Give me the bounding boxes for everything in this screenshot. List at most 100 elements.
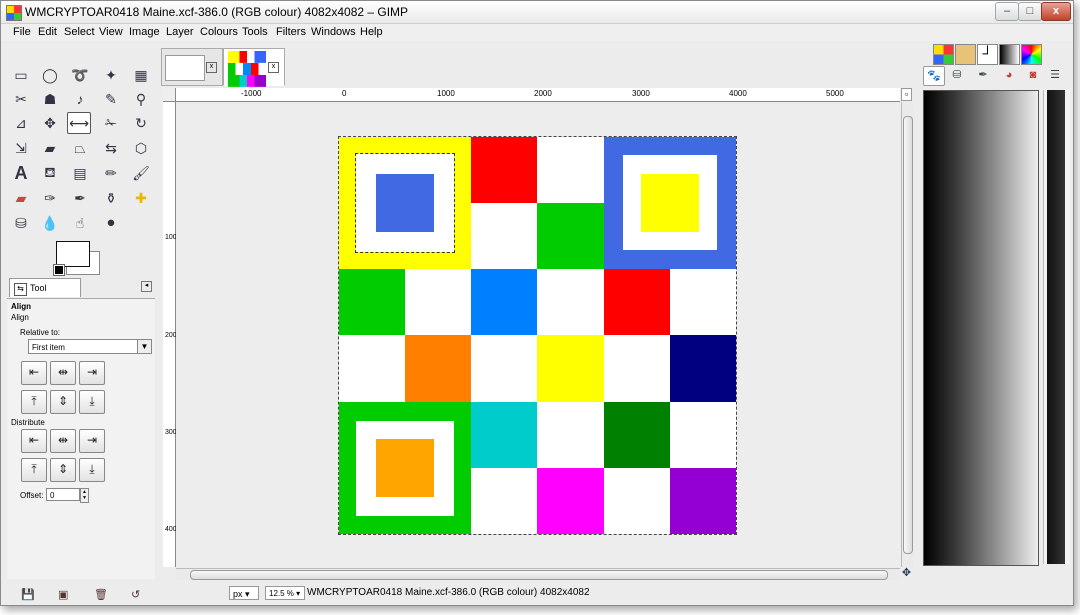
minimize-button[interactable]: – xyxy=(995,2,1019,21)
brushes-tab-icon[interactable] xyxy=(955,44,976,65)
paintbrush-icon[interactable]: 🖌 xyxy=(130,163,152,183)
menu-file[interactable]: File xyxy=(13,26,31,38)
menu-help[interactable]: Help xyxy=(360,26,383,38)
perspective-clone-icon[interactable]: ⛁ xyxy=(10,213,32,233)
clone-icon[interactable]: ⚱ xyxy=(100,188,122,208)
rect-select-icon[interactable]: ▭ xyxy=(10,65,32,85)
channels-icon[interactable]: ⛁ xyxy=(947,66,967,84)
crop-icon[interactable]: ✁ xyxy=(100,113,122,133)
image-canvas[interactable] xyxy=(338,136,737,535)
bucket-fill-icon[interactable]: ⛾ xyxy=(39,163,61,183)
undo-history-icon[interactable]: ☰ xyxy=(1045,66,1065,84)
smudge-icon[interactable]: ☝ xyxy=(69,213,91,233)
delete-options-icon[interactable]: 🗑 xyxy=(94,588,108,601)
default-colors-icon[interactable] xyxy=(53,264,65,276)
ellipse-select-icon[interactable]: ◯ xyxy=(39,65,61,85)
horizontal-ruler[interactable]: -1000 0 1000 2000 3000 4000 5000 xyxy=(176,88,900,102)
ink-icon[interactable]: ✒ xyxy=(69,188,91,208)
restore-options-icon[interactable]: ▣ xyxy=(58,588,68,601)
reset-options-icon[interactable]: ↺ xyxy=(131,588,140,601)
align-right-button[interactable]: ⇥ xyxy=(79,361,105,385)
cage-icon[interactable]: ⬡ xyxy=(130,138,152,158)
layers-icon[interactable]: 🐾 xyxy=(923,66,945,86)
zoom-icon[interactable]: ⚲ xyxy=(130,89,152,109)
menu-windows[interactable]: Windows xyxy=(311,26,356,38)
menu-image[interactable]: Image xyxy=(129,26,160,38)
offset-spinner[interactable]: ▲ ▼ xyxy=(80,488,89,503)
paths-dock-icon[interactable]: ✒ xyxy=(973,66,993,84)
distribute-bottom-button[interactable]: ⤓ xyxy=(79,458,105,482)
distribute-right-button[interactable]: ⇥ xyxy=(79,429,105,453)
tab-menu-icon[interactable]: ◂ xyxy=(141,281,152,292)
patterns-tab-icon[interactable] xyxy=(933,44,954,65)
histogram-icon[interactable]: ◙ xyxy=(1023,66,1043,84)
text-tool-icon[interactable]: A xyxy=(10,163,32,183)
align-middle-button[interactable]: ⇕ xyxy=(50,390,76,414)
airbrush-icon[interactable]: ✑ xyxy=(39,188,61,208)
pencil-icon[interactable]: ✏ xyxy=(100,163,122,183)
navigate-icon[interactable]: ✥ xyxy=(901,568,912,579)
flip-icon[interactable]: ⇆ xyxy=(100,138,122,158)
scissors-icon[interactable]: ✂ xyxy=(10,89,32,109)
close-button[interactable]: x xyxy=(1041,2,1071,21)
menu-tools[interactable]: Tools xyxy=(242,26,268,38)
menu-colours[interactable]: Colours xyxy=(200,26,238,38)
horizontal-scrollbar[interactable] xyxy=(176,568,900,580)
perspective-icon[interactable]: ⏢ xyxy=(69,138,91,158)
maximize-button[interactable]: □ xyxy=(1018,2,1042,21)
menu-select[interactable]: Select xyxy=(64,26,95,38)
align-bottom-button[interactable]: ⤓ xyxy=(79,390,105,414)
align-center-button[interactable]: ⇹ xyxy=(50,361,76,385)
distribute-top-button[interactable]: ⤒ xyxy=(21,458,47,482)
foreground-color-swatch[interactable] xyxy=(56,241,90,267)
menu-layer[interactable]: Layer xyxy=(166,26,194,38)
align-tool-icon[interactable]: ⟷ xyxy=(67,112,91,134)
gradient-preview[interactable] xyxy=(923,90,1039,566)
align-left-button[interactable]: ⇤ xyxy=(21,361,47,385)
offset-input[interactable]: 0 xyxy=(46,488,80,501)
ruler-corner[interactable] xyxy=(163,88,176,102)
unit-select[interactable]: px ▾ xyxy=(229,586,259,600)
dodge-burn-icon[interactable]: ⚫ xyxy=(100,213,122,233)
relative-to-select[interactable]: First item ▼ xyxy=(28,339,152,354)
scale-icon[interactable]: ⇲ xyxy=(10,138,32,158)
fg-bg-colors[interactable] xyxy=(53,241,104,276)
image-tab-2[interactable]: x xyxy=(223,48,285,87)
colormap-icon[interactable]: ◕ xyxy=(999,66,1019,84)
distribute-center-button[interactable]: ⇹ xyxy=(50,429,76,453)
measure-icon[interactable]: ⊿ xyxy=(10,113,32,133)
color-picker-icon[interactable]: ✎ xyxy=(100,89,122,109)
close-tab-icon[interactable]: x xyxy=(206,62,217,73)
paths-icon[interactable]: ♪ xyxy=(69,89,91,109)
scroll-thumb[interactable] xyxy=(190,570,888,580)
menu-filters[interactable]: Filters xyxy=(276,26,306,38)
blur-icon[interactable]: 💧 xyxy=(39,213,61,233)
rotate-icon[interactable]: ↻ xyxy=(130,113,152,133)
palettes-tab-icon[interactable] xyxy=(1021,44,1042,65)
image-tab-1[interactable]: x xyxy=(161,48,223,86)
move-icon[interactable]: ✥ xyxy=(39,113,61,133)
menu-view[interactable]: View xyxy=(99,26,123,38)
gradients-tab-icon[interactable] xyxy=(999,44,1020,65)
align-top-button[interactable]: ⤒ xyxy=(21,390,47,414)
color-select-icon[interactable]: ▦ xyxy=(130,65,152,85)
menu-edit[interactable]: Edit xyxy=(38,26,57,38)
lasso-icon[interactable]: ➰ xyxy=(69,65,91,85)
vertical-ruler[interactable]: 1000 2000 3000 4000 xyxy=(163,102,181,567)
zoom-image-toggle-icon[interactable]: ▫ xyxy=(901,88,912,101)
vertical-scrollbar[interactable] xyxy=(901,102,913,567)
blend-icon[interactable]: ▤ xyxy=(69,163,91,183)
eraser-icon[interactable]: ▰ xyxy=(10,188,32,208)
heal-icon[interactable]: ✚ xyxy=(130,188,152,208)
foreground-select-icon[interactable]: ☗ xyxy=(39,89,61,109)
fuzzy-select-icon[interactable]: ✦ xyxy=(100,65,122,85)
scroll-thumb[interactable] xyxy=(903,116,913,554)
distribute-left-button[interactable]: ⇤ xyxy=(21,429,47,453)
tool-options-tab[interactable]: ⇆ Tool Options xyxy=(9,278,81,312)
fonts-tab-icon[interactable]: ┘ xyxy=(977,44,998,65)
distribute-middle-button[interactable]: ⇕ xyxy=(50,458,76,482)
close-tab-icon[interactable]: x xyxy=(268,62,279,73)
zoom-select[interactable]: 12.5 % ▾ xyxy=(265,586,305,600)
save-options-icon[interactable]: 💾 xyxy=(21,588,35,601)
shear-icon[interactable]: ▰ xyxy=(39,138,61,158)
